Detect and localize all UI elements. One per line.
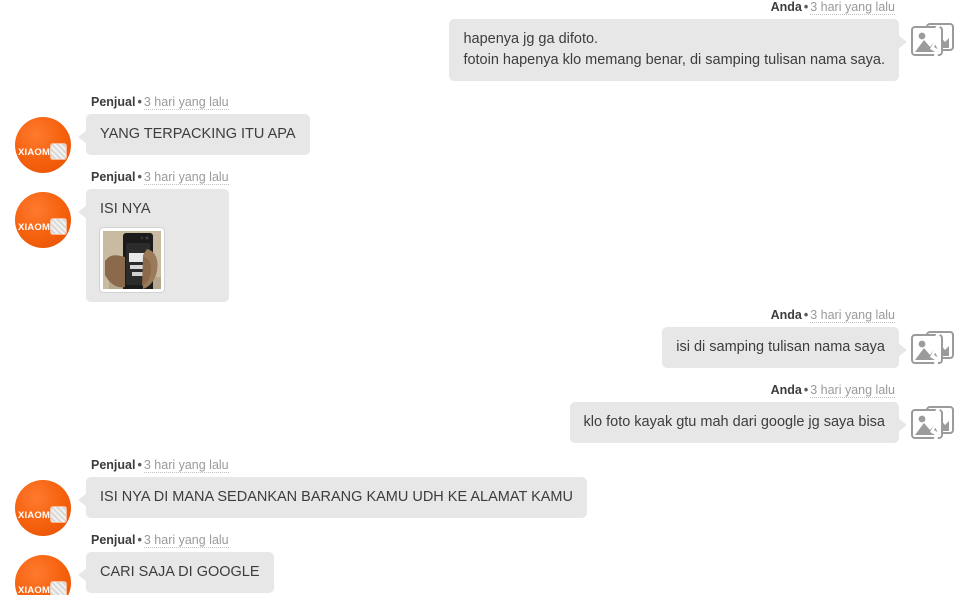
- avatar-brand-label: XIAOMI: [18, 147, 53, 158]
- message-author: Anda: [770, 308, 802, 322]
- message-meta: Penjual • 3 hari yang lalu: [91, 458, 587, 473]
- message-text: klo foto kayak gtu mah dari google jg sa…: [583, 414, 885, 430]
- avatar-brand-label: XIAOMI: [18, 222, 53, 233]
- message-author: Penjual: [91, 95, 136, 109]
- message-bubble: YANG TERPACKING ITU APA: [78, 114, 310, 155]
- message-text: CARI SAJA DI GOOGLE: [100, 564, 260, 580]
- message-bubble: CARI SAJA DI GOOGLE: [78, 552, 274, 593]
- avatar[interactable]: XIAOMI: [15, 117, 71, 173]
- message-row: Anda • 3 hari yang lalu isi di samping tuli…: [0, 308, 967, 368]
- message-timestamp[interactable]: 3 hari yang lalu: [143, 533, 229, 548]
- avatar-column: XIAOMI: [0, 533, 86, 595]
- meta-separator: •: [803, 383, 809, 397]
- avatar-badge-icon: [51, 219, 66, 234]
- avatar-brand-label: XIAOMI: [18, 585, 53, 595]
- message-timestamp[interactable]: 3 hari yang lalu: [810, 308, 895, 323]
- message-timestamp[interactable]: 3 hari yang lalu: [810, 0, 895, 15]
- chat-thread: Anda • 3 hari yang lalu hapenya jg ga difot…: [0, 0, 967, 595]
- message-bubble: isi di samping tulisan nama saya: [662, 327, 907, 368]
- message-meta: Penjual • 3 hari yang lalu: [91, 170, 229, 185]
- message-row: XIAOMI Penjual • 3 hari yang lalu YANG TERP…: [0, 95, 967, 173]
- broken-image-icon[interactable]: [911, 405, 955, 443]
- avatar-column: XIAOMI: [0, 458, 86, 536]
- message-text: ISI NYA: [100, 201, 151, 217]
- message-row: Anda • 3 hari yang lalu hapenya jg ga difot…: [0, 0, 967, 81]
- message-timestamp[interactable]: 3 hari yang lalu: [143, 458, 229, 473]
- message-timestamp[interactable]: 3 hari yang lalu: [143, 95, 229, 110]
- message-bubble: ISI NYA: [78, 189, 229, 302]
- avatar-badge-icon: [51, 144, 66, 159]
- avatar[interactable]: XIAOMI: [15, 480, 71, 536]
- message-meta: Penjual • 3 hari yang lalu: [91, 95, 310, 110]
- message-text: fotoin hapenya klo memang benar, di samp…: [463, 52, 885, 68]
- meta-separator: •: [137, 533, 142, 547]
- avatar-badge-icon: [51, 507, 66, 522]
- attachment-column: [899, 308, 967, 368]
- meta-separator: •: [137, 95, 142, 109]
- message-meta: Penjual • 3 hari yang lalu: [91, 533, 274, 548]
- message-block: Penjual • 3 hari yang lalu YANG TERPACKING …: [78, 95, 310, 155]
- message-bubble: klo foto kayak gtu mah dari google jg sa…: [569, 402, 908, 443]
- meta-separator: •: [803, 0, 809, 14]
- message-meta: Anda • 3 hari yang lalu: [771, 383, 899, 398]
- message-row: Anda • 3 hari yang lalu klo foto kayak gtu …: [0, 383, 967, 443]
- meta-separator: •: [137, 458, 142, 472]
- message-author: Penjual: [91, 533, 136, 547]
- message-author: Anda: [770, 383, 802, 397]
- message-author: Penjual: [91, 458, 136, 472]
- attachment-column: [899, 0, 967, 60]
- avatar-column: XIAOMI: [0, 170, 86, 248]
- message-row: XIAOMI Penjual • 3 hari yang lalu ISI NYA: [0, 170, 967, 302]
- message-meta: Anda • 3 hari yang lalu: [771, 0, 899, 15]
- avatar[interactable]: XIAOMI: [15, 192, 71, 248]
- meta-separator: •: [803, 308, 809, 322]
- message-block: Penjual • 3 hari yang lalu ISI NYA: [78, 170, 229, 302]
- message-bubble: hapenya jg ga difoto. fotoin hapenya klo …: [449, 19, 907, 81]
- message-text: YANG TERPACKING ITU APA: [100, 126, 296, 142]
- message-timestamp[interactable]: 3 hari yang lalu: [143, 170, 229, 185]
- broken-image-icon[interactable]: [911, 330, 955, 368]
- avatar-column: XIAOMI: [0, 95, 86, 173]
- message-photo-thumbnail[interactable]: [100, 228, 164, 292]
- message-text: hapenya jg ga difoto.: [463, 31, 599, 47]
- message-row: XIAOMI Penjual • 3 hari yang lalu CARI SAJA…: [0, 533, 967, 595]
- message-author: Anda: [770, 0, 802, 14]
- message-row: XIAOMI Penjual • 3 hari yang lalu ISI NYA D…: [0, 458, 967, 536]
- message-text: isi di samping tulisan nama saya: [676, 339, 885, 355]
- message-author: Penjual: [91, 170, 136, 184]
- message-block: Anda • 3 hari yang lalu isi di samping tuli…: [662, 308, 907, 368]
- meta-separator: •: [137, 170, 142, 184]
- message-block: Penjual • 3 hari yang lalu CARI SAJA DI GOO…: [78, 533, 274, 593]
- message-block: Anda • 3 hari yang lalu hapenya jg ga difot…: [449, 0, 907, 81]
- avatar[interactable]: XIAOMI: [15, 555, 71, 595]
- message-text: ISI NYA DI MANA SEDANKAN BARANG KAMU UDH…: [100, 489, 573, 505]
- message-block: Anda • 3 hari yang lalu klo foto kayak gtu …: [569, 383, 908, 443]
- avatar-badge-icon: [51, 582, 66, 595]
- message-timestamp[interactable]: 3 hari yang lalu: [810, 383, 895, 398]
- broken-image-icon[interactable]: [911, 22, 955, 60]
- message-meta: Anda • 3 hari yang lalu: [771, 308, 899, 323]
- attachment-column: [899, 383, 967, 443]
- message-block: Penjual • 3 hari yang lalu ISI NYA DI MANA …: [78, 458, 587, 518]
- message-bubble: ISI NYA DI MANA SEDANKAN BARANG KAMU UDH…: [78, 477, 587, 518]
- avatar-brand-label: XIAOMI: [18, 510, 53, 521]
